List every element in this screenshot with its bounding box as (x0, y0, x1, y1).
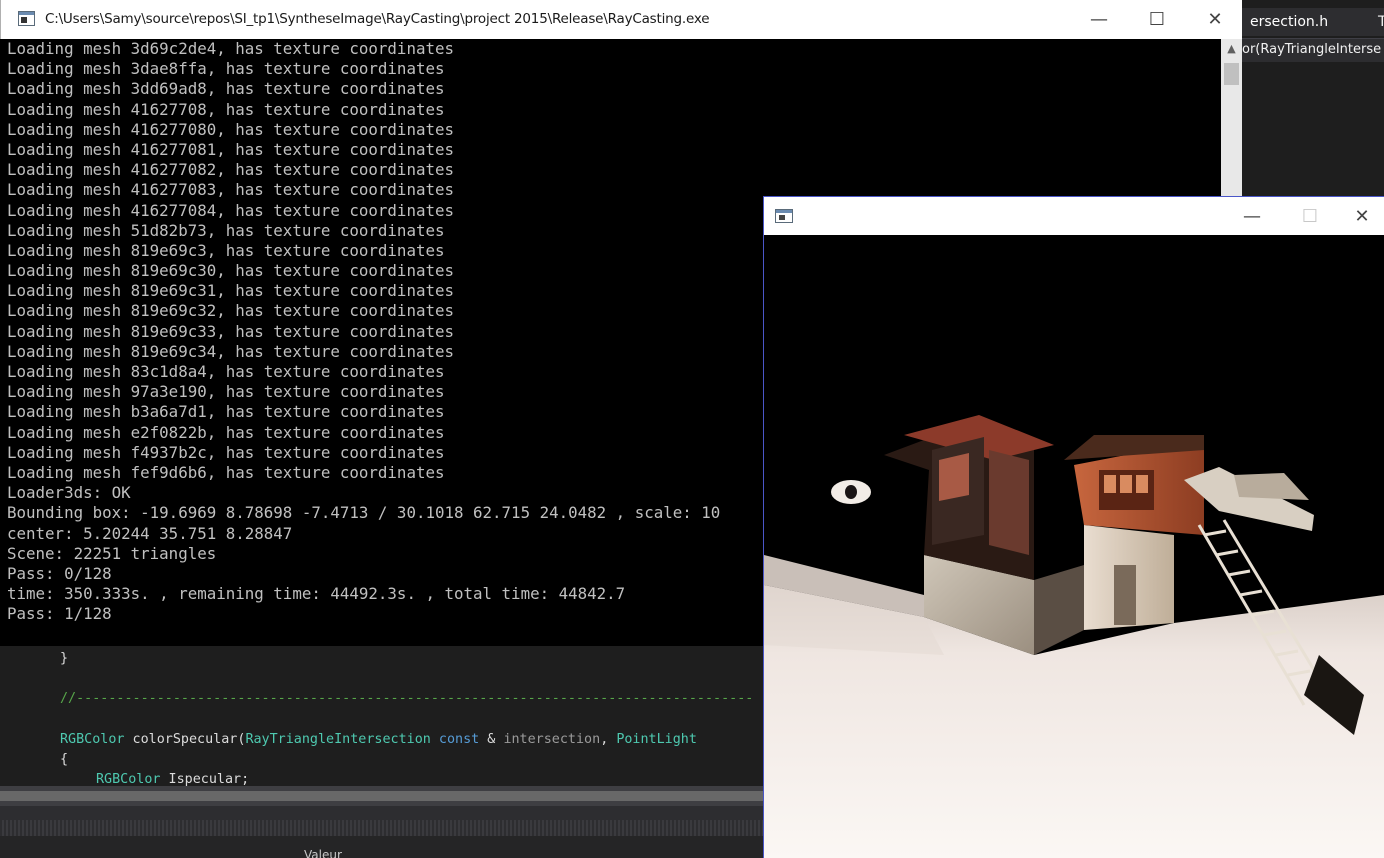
code-local-type: RGBColor (96, 772, 161, 787)
code-param-name: intersection (503, 732, 601, 747)
console-line: Loading mesh 41627708, has texture coord… (7, 99, 445, 119)
panel-splitter-grip[interactable] (0, 820, 764, 836)
code-param-type-2: PointLight (616, 732, 697, 747)
code-comment: //--------------------------------------… (60, 691, 754, 706)
console-line: Loading mesh 416277080, has texture coor… (7, 119, 454, 139)
console-app-icon[interactable] (18, 11, 35, 26)
properties-value-header: Valeur (304, 848, 342, 858)
code-ampersand: & (479, 732, 504, 747)
member-navigation-text: or(RayTriangleInterse (1242, 42, 1382, 57)
code-local-name: Ispecular; (160, 772, 250, 787)
console-line: Loading mesh 3dae8ffa, has texture coord… (7, 59, 445, 79)
editor-horizontal-scrollbar[interactable] (0, 786, 764, 806)
scrollbar-thumb[interactable] (1224, 63, 1239, 85)
render-maximize-button[interactable]: ☐ (1281, 197, 1339, 235)
console-line: Loading mesh 416277082, has texture coor… (7, 160, 454, 180)
code-line: } (60, 651, 68, 666)
code-editor[interactable]: } //------------------------------------… (0, 646, 764, 787)
rendered-scene-image (764, 235, 1384, 858)
scroll-up-arrow-icon[interactable]: ▲ (1221, 39, 1242, 59)
code-return-type: RGBColor (60, 732, 125, 747)
console-window-title: C:\Users\Samy\source\repos\SI_tp1\Synthe… (45, 11, 710, 27)
panel-separator (0, 806, 764, 820)
ide-tabstrip: ersection.h T (1240, 8, 1384, 36)
console-line: Loading mesh 3dd69ad8, has texture coord… (7, 79, 445, 99)
code-function-signature: RGBColor colorSpecular(RayTriangleInters… (60, 732, 697, 747)
tab-intersection-h[interactable]: ersection.h (1250, 14, 1328, 30)
code-brace-close: } (60, 651, 69, 666)
member-navigation-dropdown[interactable]: ▲ or(RayTriangleInterse (1222, 38, 1384, 62)
render-window[interactable]: — ☐ ✕ (763, 196, 1384, 858)
code-comment-line: //--------------------------------------… (60, 691, 764, 706)
console-minimize-button[interactable]: — (1070, 0, 1128, 39)
code-brace-open: { (60, 752, 69, 767)
code-function-name: colorSpecular( (124, 732, 246, 747)
scrollbar-thumb[interactable] (0, 791, 764, 801)
render-close-button[interactable]: ✕ (1339, 197, 1384, 235)
console-close-button[interactable]: ✕ (1186, 0, 1244, 39)
console-line: Loading mesh 3d69c2de4, has texture coor… (7, 39, 454, 58)
code-keyword-const: const (430, 732, 480, 747)
code-separator: , (600, 732, 617, 747)
render-titlebar[interactable]: — ☐ ✕ (764, 197, 1384, 235)
console-line: Loading mesh 416277081, has texture coor… (7, 139, 454, 159)
code-line: { (60, 752, 68, 767)
properties-panel: Valeur (0, 836, 764, 858)
code-param-type: RayTriangleIntersection (245, 732, 431, 747)
console-titlebar[interactable]: C:\Users\Samy\source\repos\SI_tp1\Synthe… (0, 0, 1242, 39)
code-local-declaration: RGBColor Ispecular; (96, 772, 249, 787)
tab-overflow[interactable]: T (1378, 14, 1384, 30)
render-app-icon[interactable] (775, 209, 793, 223)
render-minimize-button[interactable]: — (1223, 197, 1281, 235)
console-maximize-button[interactable]: ☐ (1128, 0, 1186, 39)
ide-right-panel (1240, 62, 1384, 198)
